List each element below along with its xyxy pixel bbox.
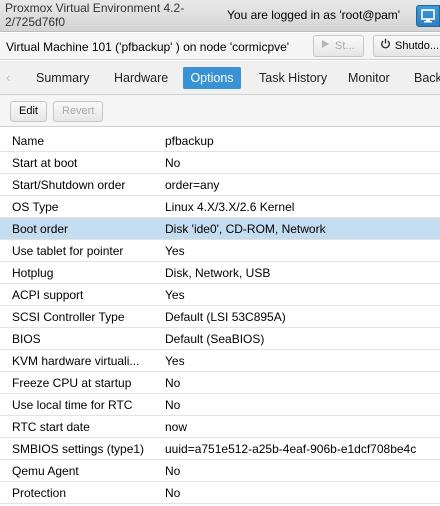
option-value: No bbox=[165, 464, 181, 478]
option-key: OS Type bbox=[12, 200, 59, 214]
table-row[interactable]: RTC start date now bbox=[0, 416, 440, 438]
play-icon bbox=[319, 36, 331, 56]
edit-button[interactable]: Edit bbox=[10, 101, 47, 122]
option-value: Default (SeaBIOS) bbox=[165, 332, 265, 346]
options-table: Name pfbackup Start at boot No Start/Shutd… bbox=[0, 130, 440, 504]
option-key: KVM hardware virtuali... bbox=[12, 354, 140, 368]
tab-hardware[interactable]: Hardware bbox=[107, 67, 175, 89]
option-value: now bbox=[165, 420, 188, 434]
tab-bar: ‹ Summary Hardware Options Task History … bbox=[0, 61, 440, 95]
vm-title: Virtual Machine 101 ('pfbackup' ) on nod… bbox=[6, 40, 290, 54]
table-row[interactable]: Protection No bbox=[0, 482, 440, 504]
product-title: Proxmox Virtual Environment 4.2-2/725d76… bbox=[5, 1, 185, 29]
option-value: pfbackup bbox=[165, 134, 214, 148]
power-icon bbox=[379, 36, 391, 56]
vm-header: Virtual Machine 101 ('pfbackup' ) on nod… bbox=[0, 33, 440, 60]
option-value: Default (LSI 53C895A) bbox=[165, 310, 286, 324]
option-value: Yes bbox=[165, 288, 185, 302]
option-key: Protection bbox=[12, 486, 67, 500]
option-key: Boot order bbox=[12, 222, 69, 236]
option-key: ACPI support bbox=[12, 288, 84, 302]
option-value: order=any bbox=[165, 178, 220, 192]
options-toolbar: Edit Revert bbox=[0, 95, 440, 127]
option-value: Yes bbox=[165, 354, 185, 368]
shutdown-button[interactable]: Shutdo... bbox=[373, 35, 440, 57]
option-key: Name bbox=[12, 134, 45, 148]
option-value: uuid=a751e512-a25b-4eaf-906b-e1dcf708be4… bbox=[165, 442, 417, 456]
table-row[interactable]: KVM hardware virtuali... Yes bbox=[0, 350, 440, 372]
option-value: No bbox=[165, 376, 181, 390]
option-key: Use tablet for pointer bbox=[12, 244, 124, 258]
monitor-icon[interactable] bbox=[416, 5, 440, 27]
table-row[interactable]: BIOS Default (SeaBIOS) bbox=[0, 328, 440, 350]
option-value: Disk 'ide0', CD-ROM, Network bbox=[165, 222, 326, 236]
option-key: Start/Shutdown order bbox=[12, 178, 126, 192]
table-row-selected[interactable]: Boot order Disk 'ide0', CD-ROM, Network bbox=[0, 218, 440, 240]
table-row[interactable]: Qemu Agent No bbox=[0, 460, 440, 482]
table-row[interactable]: Name pfbackup bbox=[0, 130, 440, 152]
option-key: Hotplug bbox=[12, 266, 54, 280]
option-value: No bbox=[165, 398, 181, 412]
table-row[interactable]: Use local time for RTC No bbox=[0, 394, 440, 416]
shutdown-button-label: Shutdo... bbox=[395, 40, 440, 52]
table-row[interactable]: Start at boot No bbox=[0, 152, 440, 174]
top-header: Proxmox Virtual Environment 4.2-2/725d76… bbox=[0, 0, 440, 32]
option-key: Freeze CPU at startup bbox=[12, 376, 132, 390]
start-button[interactable]: St... bbox=[313, 35, 364, 57]
table-row[interactable]: Hotplug Disk, Network, USB bbox=[0, 262, 440, 284]
option-value: Linux 4.X/3.X/2.6 Kernel bbox=[165, 200, 295, 214]
option-value: Yes bbox=[165, 244, 185, 258]
option-value: No bbox=[165, 156, 181, 170]
table-row[interactable]: OS Type Linux 4.X/3.X/2.6 Kernel bbox=[0, 196, 440, 218]
start-button-label: St... bbox=[335, 40, 355, 52]
table-row[interactable]: Start/Shutdown order order=any bbox=[0, 174, 440, 196]
tab-backup[interactable]: Back bbox=[407, 67, 440, 89]
table-row[interactable]: Use tablet for pointer Yes bbox=[0, 240, 440, 262]
table-row[interactable]: Freeze CPU at startup No bbox=[0, 372, 440, 394]
option-key: Start at boot bbox=[12, 156, 78, 170]
option-value: No bbox=[165, 486, 181, 500]
tab-monitor[interactable]: Monitor bbox=[341, 67, 397, 89]
tab-options[interactable]: Options bbox=[183, 67, 241, 89]
option-key: SCSI Controller Type bbox=[12, 310, 125, 324]
table-row[interactable]: SMBIOS settings (type1) uuid=a751e512-a25… bbox=[0, 438, 440, 460]
tab-task-history[interactable]: Task History bbox=[252, 67, 334, 89]
option-key: SMBIOS settings (type1) bbox=[12, 442, 145, 456]
login-status: You are logged in as 'root@pam' bbox=[227, 8, 401, 22]
revert-button[interactable]: Revert bbox=[53, 101, 104, 122]
option-value: Disk, Network, USB bbox=[165, 266, 271, 280]
option-key: RTC start date bbox=[12, 420, 90, 434]
scroll-left-icon[interactable]: ‹ bbox=[6, 69, 11, 85]
table-row[interactable]: ACPI support Yes bbox=[0, 284, 440, 306]
option-key: BIOS bbox=[12, 332, 41, 346]
option-key: Use local time for RTC bbox=[12, 398, 133, 412]
option-key: Qemu Agent bbox=[12, 464, 79, 478]
table-row[interactable]: SCSI Controller Type Default (LSI 53C895A… bbox=[0, 306, 440, 328]
tab-summary[interactable]: Summary bbox=[29, 67, 96, 89]
